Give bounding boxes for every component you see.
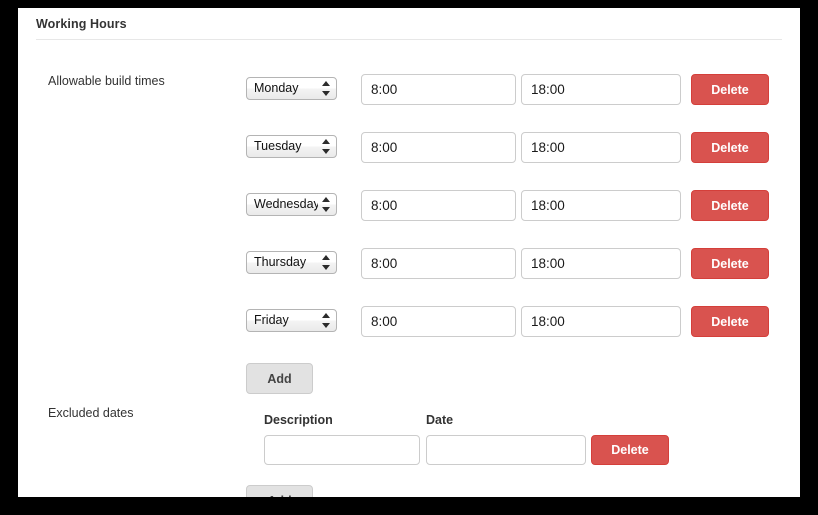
form-body: Allowable build times MondayTuesdayWedne… (18, 40, 800, 497)
start-time-input[interactable] (361, 132, 516, 163)
delete-row-button[interactable]: Delete (691, 248, 769, 279)
start-time-input[interactable] (361, 248, 516, 279)
end-time-input[interactable] (521, 248, 681, 279)
allowable-build-times-label: Allowable build times (48, 74, 165, 88)
day-select[interactable]: MondayTuesdayWednesdayThursdayFridaySatu… (246, 309, 337, 332)
day-select[interactable]: MondayTuesdayWednesdayThursdayFridaySatu… (246, 251, 337, 274)
end-time-input[interactable] (521, 306, 681, 337)
excluded-description-input[interactable] (264, 435, 420, 465)
delete-excluded-date-button[interactable]: Delete (591, 435, 669, 465)
end-time-input[interactable] (521, 74, 681, 105)
excluded-dates-label: Excluded dates (48, 406, 134, 420)
start-time-input[interactable] (361, 190, 516, 221)
add-working-hours-button[interactable]: Add (246, 363, 313, 394)
day-select[interactable]: MondayTuesdayWednesdayThursdayFridaySatu… (246, 77, 337, 100)
delete-row-button[interactable]: Delete (691, 306, 769, 337)
delete-row-button[interactable]: Delete (691, 132, 769, 163)
start-time-input[interactable] (361, 306, 516, 337)
end-time-input[interactable] (521, 190, 681, 221)
delete-row-button[interactable]: Delete (691, 74, 769, 105)
day-select[interactable]: MondayTuesdayWednesdayThursdayFridaySatu… (246, 193, 337, 216)
excluded-date-input[interactable] (426, 435, 586, 465)
add-excluded-date-button[interactable]: Add (246, 485, 313, 497)
end-time-input[interactable] (521, 132, 681, 163)
start-time-input[interactable] (361, 74, 516, 105)
working-hours-panel: Working Hours Allowable build times Mond… (18, 8, 800, 497)
panel-title: Working Hours (36, 17, 127, 31)
column-header-date: Date (426, 413, 454, 427)
day-select[interactable]: MondayTuesdayWednesdayThursdayFridaySatu… (246, 135, 337, 158)
delete-row-button[interactable]: Delete (691, 190, 769, 221)
column-header-description: Description (264, 413, 333, 427)
